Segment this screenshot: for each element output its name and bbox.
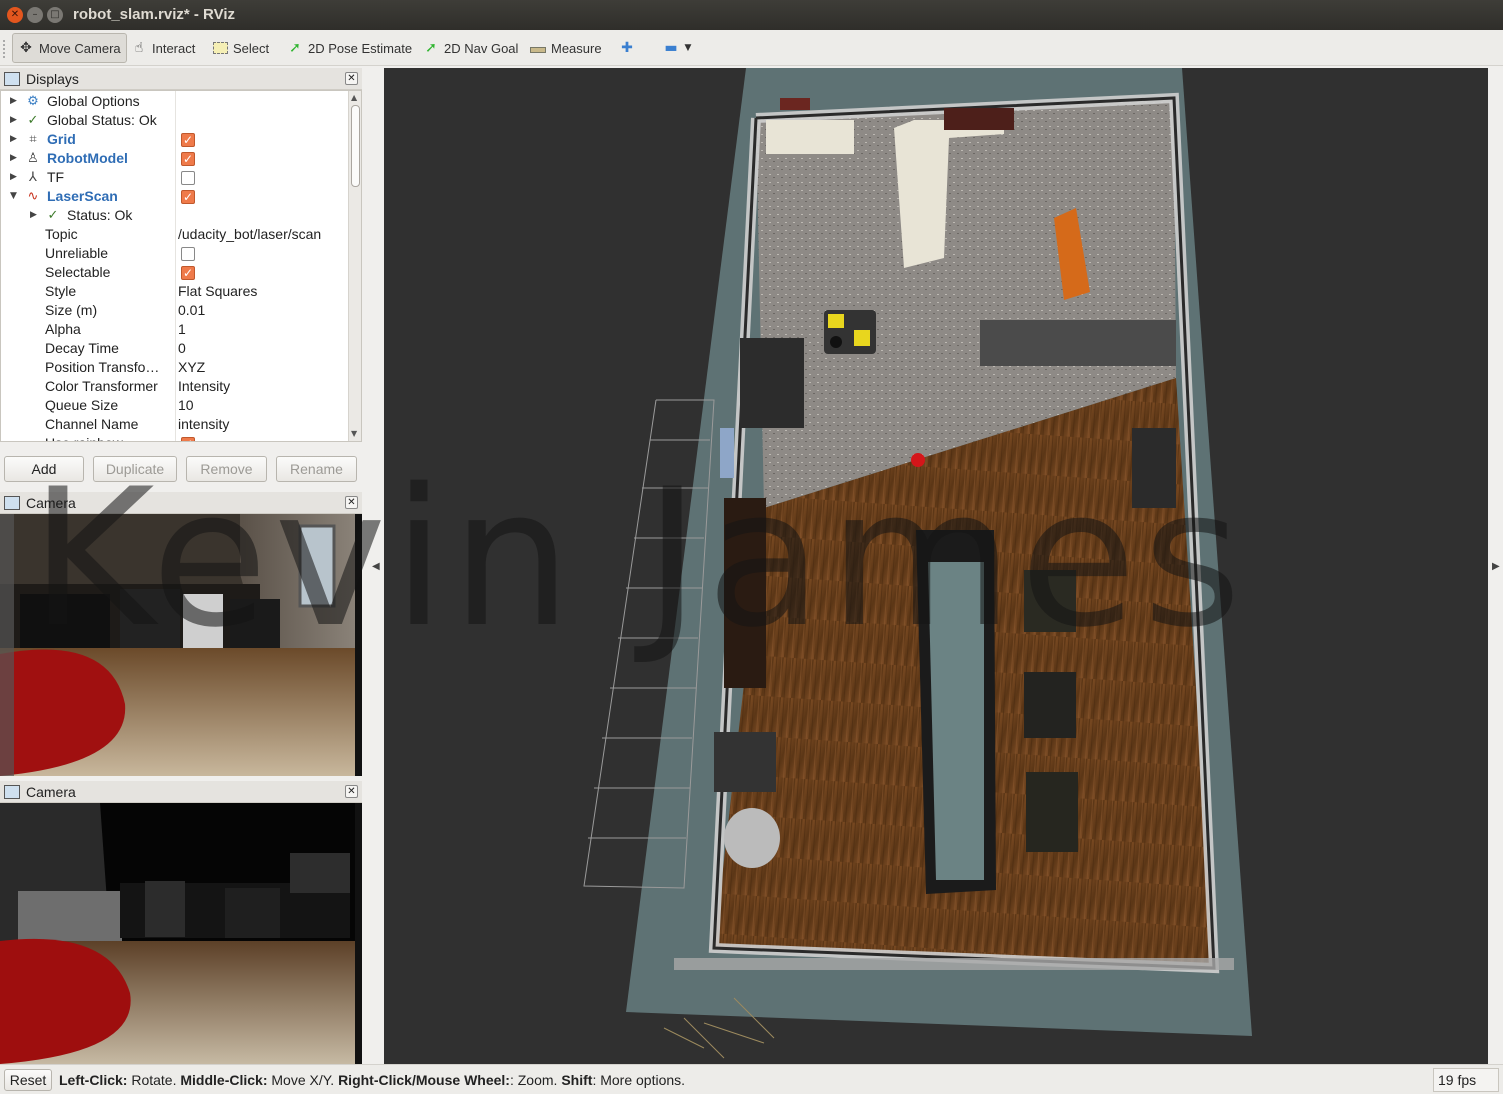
robotmodel-enabled-checkbox[interactable] (181, 150, 195, 169)
collapse-arrow-icon[interactable]: ▼ (10, 187, 20, 206)
expand-arrow-icon[interactable]: ▶ (10, 92, 20, 111)
camera-image-2 (0, 803, 362, 1064)
property-channel-name[interactable]: Channel Name intensity (1, 415, 348, 434)
robot-model (824, 310, 876, 354)
selectable-checkbox[interactable] (181, 264, 195, 283)
close-panel-icon[interactable]: ✕ (345, 496, 358, 509)
tree-item-global-options[interactable]: ▶ ⚙ Global Options (1, 92, 348, 111)
status-message: Left-Click: Rotate. Middle-Click: Move X… (59, 1072, 686, 1088)
scroll-down-arrow-icon[interactable]: ▼ (351, 429, 357, 438)
checkmark-icon: ✓ (47, 208, 59, 223)
expand-arrow-icon[interactable]: ▶ (10, 168, 20, 187)
gear-icon: ⚙ (27, 94, 39, 109)
checkmark-icon: ✓ (27, 113, 39, 128)
property-unreliable[interactable]: Unreliable (1, 244, 348, 263)
move-camera-icon: ✥ (20, 40, 32, 56)
reset-view-button[interactable]: Reset (4, 1069, 52, 1091)
property-position-transformer[interactable]: Position Transfo… XYZ (1, 358, 348, 377)
tf-enabled-checkbox[interactable] (181, 171, 195, 185)
green-arrow-icon: ➚ (425, 40, 437, 56)
window-title: robot_slam.rviz* - RViz (73, 6, 235, 23)
add-display-button[interactable]: Add (4, 456, 84, 482)
monitor-icon (4, 71, 20, 86)
camera-panel-icon (4, 784, 20, 799)
add-tool-button[interactable]: ✚ (614, 33, 640, 63)
render-3d-view[interactable] (384, 68, 1488, 1064)
dropdown-arrow-icon: ▼ (684, 43, 692, 53)
ruler-icon (530, 47, 546, 53)
close-window-icon[interactable]: ✕ (7, 7, 23, 23)
tree-item-robotmodel[interactable]: ▶ ♙ RobotModel (1, 149, 348, 169)
unreliable-checkbox[interactable] (181, 247, 195, 261)
camera-view-1[interactable] (0, 514, 362, 776)
hand-pointer-icon: ☝ (134, 40, 144, 56)
select-rectangle-icon (213, 42, 228, 54)
remove-tool-button[interactable]: ▬ ▼ (658, 33, 697, 63)
tree-item-laserscan-status[interactable]: ▶ ✓ Status: Ok (1, 206, 348, 225)
laserscan-enabled-checkbox[interactable] (181, 188, 195, 207)
camera-panel-header: Camera ✕ (0, 781, 362, 803)
status-bar: Reset Left-Click: Rotate. Middle-Click: … (0, 1064, 1503, 1094)
close-panel-icon[interactable]: ✕ (345, 72, 358, 85)
robot-icon: ♙ (27, 151, 39, 166)
measure-button[interactable]: Measure (525, 33, 607, 63)
expand-arrow-icon[interactable]: ▶ (10, 111, 20, 130)
tools-toolbar: ✥ Move Camera ☝ Interact Select ➚ 2D Pos… (0, 30, 1503, 66)
tree-item-grid[interactable]: ▶ ⌗ Grid (1, 130, 348, 150)
remove-display-button[interactable]: Remove (186, 456, 267, 482)
grid-icon: ⌗ (29, 132, 37, 147)
close-panel-icon[interactable]: ✕ (345, 785, 358, 798)
select-button[interactable]: Select (208, 33, 274, 63)
property-decay-time[interactable]: Decay Time 0 (1, 339, 348, 358)
toolbar-grip[interactable] (3, 40, 6, 58)
2d-pose-estimate-button[interactable]: ➚ 2D Pose Estimate (282, 33, 417, 63)
tree-item-laserscan[interactable]: ▼ ∿ LaserScan (1, 187, 348, 207)
interact-button[interactable]: ☝ Interact (126, 33, 200, 63)
camera-image-1 (0, 514, 362, 776)
grid-enabled-checkbox[interactable] (181, 131, 195, 150)
scrollbar-thumb[interactable] (351, 105, 360, 187)
fps-counter: 19 fps (1433, 1068, 1499, 1092)
2d-nav-goal-button[interactable]: ➚ 2D Nav Goal (418, 33, 523, 63)
property-topic[interactable]: Topic /udacity_bot/laser/scan (1, 225, 348, 244)
camera-panel-icon (4, 495, 20, 510)
property-size[interactable]: Size (m) 0.01 (1, 301, 348, 320)
expand-arrow-icon[interactable]: ▶ (30, 206, 40, 225)
property-alpha[interactable]: Alpha 1 (1, 320, 348, 339)
minus-icon: ▬ (664, 40, 678, 56)
move-camera-button[interactable]: ✥ Move Camera (12, 33, 127, 63)
minimize-window-icon[interactable]: – (27, 7, 43, 23)
scroll-up-arrow-icon[interactable]: ▲ (351, 93, 357, 102)
camera-panel-header: Camera ✕ (0, 492, 362, 514)
displays-tree: ▶ ⚙ Global Options ▶ ✓ Global Status: Ok… (0, 90, 362, 442)
collapse-right-arrow-icon[interactable]: ▶ (1492, 561, 1500, 572)
axes-icon: ⅄ (29, 170, 37, 185)
expand-arrow-icon[interactable]: ▶ (10, 130, 20, 149)
rename-display-button[interactable]: Rename (276, 456, 357, 482)
tree-item-tf[interactable]: ▶ ⅄ TF (1, 168, 348, 187)
plus-icon: ✚ (621, 40, 633, 56)
property-color-transformer[interactable]: Color Transformer Intensity (1, 377, 348, 396)
property-selectable[interactable]: Selectable (1, 263, 348, 283)
green-arrow-icon: ➚ (289, 40, 301, 56)
maximize-window-icon[interactable]: □ (47, 7, 63, 23)
displays-panel-header: Displays ✕ (0, 68, 362, 90)
collapse-left-arrow-icon[interactable]: ◀ (372, 561, 380, 572)
tree-item-global-status[interactable]: ▶ ✓ Global Status: Ok (1, 111, 348, 130)
title-bar: ✕ – □ robot_slam.rviz* - RViz (0, 0, 1503, 30)
property-queue-size[interactable]: Queue Size 10 (1, 396, 348, 415)
expand-arrow-icon[interactable]: ▶ (10, 149, 20, 168)
3d-scene (583, 68, 1252, 1059)
tree-scrollbar[interactable]: ▲ ▼ (348, 91, 361, 441)
property-use-rainbow[interactable]: Use rainbow (1, 434, 348, 441)
laser-scan-icon: ∿ (27, 189, 39, 204)
duplicate-display-button[interactable]: Duplicate (93, 456, 177, 482)
use-rainbow-checkbox[interactable] (181, 435, 195, 441)
camera-view-2[interactable] (0, 803, 362, 1064)
property-style[interactable]: Style Flat Squares (1, 282, 348, 301)
